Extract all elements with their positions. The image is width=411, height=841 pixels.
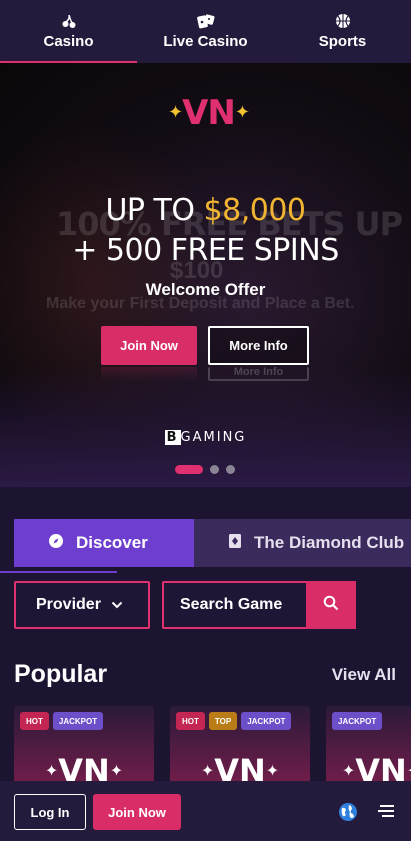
tab-discover[interactable]: Discover xyxy=(14,519,194,567)
top-nav: Casino Live Casino Sports xyxy=(0,0,411,63)
brand-logo: ✦VN✦ xyxy=(168,93,250,133)
badge-jackpot: JACKPOT xyxy=(332,712,383,730)
badge-list: JACKPOT xyxy=(332,712,383,730)
provider-logo: B GAMING xyxy=(164,430,247,445)
tab-underline xyxy=(0,571,117,573)
carousel-dots xyxy=(175,465,235,474)
carousel-dot-2[interactable] xyxy=(210,465,219,474)
button-reflection: More Info xyxy=(208,367,309,381)
search-icon xyxy=(323,595,339,616)
popular-title: Popular xyxy=(14,660,108,688)
button-reflection xyxy=(101,367,197,381)
carousel-dot-3[interactable] xyxy=(226,465,235,474)
search-game-label: Search Game xyxy=(180,596,283,613)
hero-headline-line2: + 500 FREE SPINS xyxy=(72,233,339,268)
carousel-dot-1[interactable] xyxy=(175,465,203,474)
diamond-card-icon xyxy=(228,533,242,554)
tab-sports-label: Sports xyxy=(318,33,367,50)
hero-banner[interactable]: ✦VN✦ 100% FREE BETS UP TO $100 Make your… xyxy=(0,63,411,487)
tab-casino-label: Casino xyxy=(43,33,94,50)
tab-diamond-club-label: The Diamond Club xyxy=(254,533,405,552)
hero-headline: UP TO $8,000 xyxy=(105,193,306,228)
provider-dropdown[interactable]: Provider xyxy=(14,581,150,629)
cards-dice-icon xyxy=(196,13,215,29)
compass-icon xyxy=(48,533,64,554)
tab-sports[interactable]: Sports xyxy=(274,0,411,63)
bottom-bar: Log In Join Now xyxy=(0,781,411,841)
view-all-link[interactable]: View All xyxy=(332,665,396,685)
badge-hot: HOT xyxy=(20,712,49,730)
badge-list: HOT JACKPOT xyxy=(20,712,104,730)
badge-hot: HOT xyxy=(176,712,205,730)
app-root: Casino Live Casino Sports ✦VN✦ 100% FREE… xyxy=(0,0,411,841)
tab-discover-label: Discover xyxy=(76,533,148,552)
tab-live-casino[interactable]: Live Casino xyxy=(137,0,274,63)
tab-diamond-club[interactable]: The Diamond Club xyxy=(194,519,411,567)
badge-jackpot: JACKPOT xyxy=(241,712,292,730)
globe-icon[interactable] xyxy=(338,802,358,822)
hero-amount: $8,000 xyxy=(203,193,306,228)
login-button[interactable]: Log In xyxy=(14,794,86,830)
join-now-button[interactable]: Join Now xyxy=(93,794,181,830)
tab-casino[interactable]: Casino xyxy=(0,0,137,63)
search-button[interactable] xyxy=(306,581,356,629)
hamburger-menu-icon[interactable] xyxy=(378,804,394,818)
badge-jackpot: JACKPOT xyxy=(52,712,104,730)
provider-label: Provider xyxy=(36,596,101,613)
basketball-icon xyxy=(334,13,352,29)
hero-join-now-button[interactable]: Join Now xyxy=(101,326,197,365)
badge-top: TOP xyxy=(208,712,238,730)
cherries-icon xyxy=(60,13,78,29)
hero-subhead: Welcome Offer xyxy=(145,280,266,299)
badge-list: HOT TOP JACKPOT xyxy=(176,712,292,730)
chevron-down-icon xyxy=(111,596,123,614)
section-tabs: Discover The Diamond Club xyxy=(0,519,411,567)
hero-more-info-button[interactable]: More Info xyxy=(208,326,309,365)
tab-live-casino-label: Live Casino xyxy=(163,33,248,50)
